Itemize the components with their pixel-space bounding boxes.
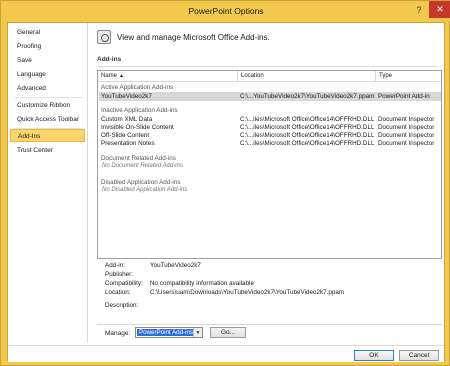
- help-button[interactable]: ?: [409, 1, 429, 19]
- detail-addin-label: Add-in:: [105, 262, 125, 269]
- nav-item-trust-center[interactable]: Trust Center: [10, 144, 85, 157]
- cancel-button[interactable]: Cancel: [399, 350, 439, 361]
- column-header-type[interactable]: Type: [376, 71, 441, 82]
- nav-item-customize-ribbon[interactable]: Customize Ribbon: [10, 99, 85, 112]
- group-document: Document Related Add-ins: [101, 155, 176, 162]
- options-window: PowerPoint Options ? ✕ General Proofing …: [0, 0, 450, 366]
- detail-addin-value: YouTubeVideo2k7: [150, 262, 201, 269]
- cell-name: Presentation Notes: [101, 140, 155, 147]
- detail-publisher-label: Publisher:: [105, 271, 134, 278]
- manage-selected-value: PowerPoint Add-ins: [137, 329, 195, 336]
- table-row[interactable]: Presentation Notes C:\...iles\Microsoft …: [99, 139, 441, 148]
- empty-document-note: No Document Related Add-ins: [102, 163, 183, 169]
- cell-location: C:\...iles\Microsoft Office\Office14\OFF…: [240, 140, 375, 147]
- cell-name: YouTubeVideo2k7: [101, 93, 152, 100]
- nav-item-language[interactable]: Language: [10, 68, 85, 81]
- addins-gear-icon: [97, 30, 111, 44]
- cell-location: C:\...YouTubeVideo2k7\YouTubeVideo2k7.pp…: [240, 93, 375, 100]
- group-active: Active Application Add-ins: [101, 84, 174, 91]
- go-button[interactable]: Go...: [210, 327, 246, 338]
- empty-disabled-note: No Disabled Application Add-ins: [102, 187, 188, 193]
- panel-header: View and manage Microsoft Office Add-ins…: [97, 29, 270, 45]
- group-disabled: Disabled Application Add-ins: [101, 179, 181, 186]
- column-header-name[interactable]: Name ▲: [98, 71, 238, 82]
- ok-button[interactable]: OK: [354, 350, 394, 361]
- nav-item-quick-access-toolbar[interactable]: Quick Access Toolbar: [10, 113, 85, 126]
- close-button[interactable]: ✕: [429, 1, 450, 18]
- manage-dropdown[interactable]: PowerPoint Add-ins ▼: [135, 327, 203, 338]
- group-inactive: Inactive Application Add-ins: [101, 107, 178, 114]
- column-name-label: Name: [101, 73, 118, 79]
- nav-item-save[interactable]: Save: [10, 54, 85, 67]
- nav-item-advanced[interactable]: Advanced: [10, 82, 85, 95]
- sort-ascending-icon: ▲: [119, 73, 124, 79]
- detail-description-label: Description:: [105, 302, 139, 309]
- column-header-location[interactable]: Location: [238, 71, 376, 82]
- nav-divider: [14, 97, 82, 98]
- cell-type: Document Inspector: [378, 140, 435, 147]
- nav-item-proofing[interactable]: Proofing: [10, 40, 85, 53]
- detail-location-value: C:\Users\uam\Downloads\YouTubeVideo2k7\Y…: [150, 289, 345, 296]
- addins-panel: View and manage Microsoft Office Add-ins…: [90, 23, 444, 343]
- nav-sidebar: General Proofing Save Language Advanced …: [8, 23, 88, 343]
- panel-heading: View and manage Microsoft Office Add-ins…: [117, 32, 270, 42]
- nav-item-general[interactable]: General: [10, 26, 85, 39]
- addins-table[interactable]: Name ▲ Location Type Active Application A…: [97, 70, 442, 259]
- detail-compat-value: No compatibility information available: [150, 280, 254, 287]
- chevron-down-icon[interactable]: ▼: [193, 328, 202, 337]
- cell-type: PowerPoint Add-in: [378, 93, 430, 100]
- manage-label: Manage:: [105, 330, 131, 337]
- detail-location-label: Location:: [105, 289, 131, 296]
- dialog-footer: OK Cancel: [8, 345, 444, 362]
- section-title-add-ins: Add-ins: [97, 56, 437, 67]
- nav-item-add-ins[interactable]: Add-Ins: [10, 129, 85, 142]
- title-bar: PowerPoint Options ? ✕: [1, 1, 450, 21]
- panel-divider: [97, 324, 442, 325]
- window-title: PowerPoint Options: [188, 6, 264, 16]
- detail-compat-label: Compatibility:: [105, 280, 143, 287]
- dialog-client: General Proofing Save Language Advanced …: [7, 22, 445, 362]
- table-row[interactable]: YouTubeVideo2k7 C:\...YouTubeVideo2k7\Yo…: [99, 92, 441, 101]
